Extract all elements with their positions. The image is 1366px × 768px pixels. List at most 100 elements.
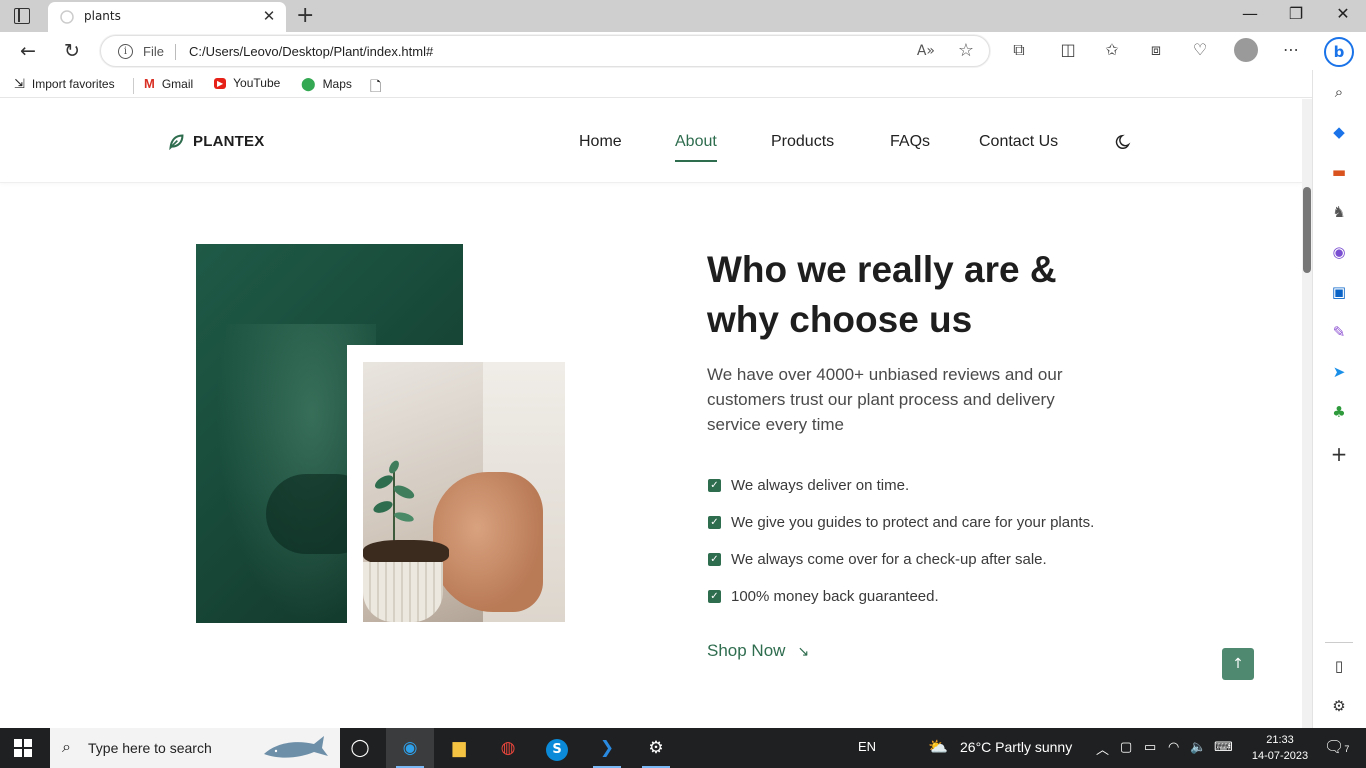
add-favorite-icon[interactable]: ☆: [958, 40, 974, 61]
minimize-icon[interactable]: —: [1238, 4, 1262, 23]
shopping-icon[interactable]: ◆: [1329, 122, 1349, 142]
settings-icon[interactable]: ⚙: [1329, 696, 1349, 716]
notifications-icon[interactable]: 🗨7: [1324, 737, 1349, 757]
address-url[interactable]: C:/Users/Leovo/Desktop/Plant/index.html#: [189, 44, 433, 59]
windows-taskbar: ⌕ Type here to search ◯ ◉ ▆ ◍ S ❯ ⚙ EN ⛅…: [0, 728, 1366, 768]
tab-title: plants: [84, 9, 121, 23]
scroll-to-top-button[interactable]: ↑: [1222, 648, 1254, 680]
battery-icon[interactable]: ▭: [1144, 739, 1156, 755]
edge-taskbar-icon[interactable]: ◉: [386, 728, 434, 768]
list-item: ✓ We always come over for a check-up afte…: [708, 541, 1094, 578]
new-tab-icon[interactable]: +: [296, 3, 314, 28]
read-aloud-icon[interactable]: A»: [917, 43, 935, 59]
meet-now-icon[interactable]: ▢: [1120, 739, 1132, 755]
info-icon[interactable]: i: [118, 44, 133, 59]
bookmark-label: YouTube: [233, 76, 281, 90]
split-screen-icon[interactable]: ◫: [1057, 39, 1079, 61]
close-window-icon[interactable]: ✕: [1331, 4, 1355, 23]
show-hidden-icons-icon[interactable]: ︿: [1096, 739, 1109, 758]
page-scrollbar[interactable]: [1302, 99, 1312, 728]
system-clock[interactable]: 21:33 14-07-2023: [1242, 732, 1318, 764]
file-explorer-icon[interactable]: ▆: [435, 728, 483, 768]
skype-icon[interactable]: S: [533, 728, 581, 768]
benefit-text: We give you guides to protect and care f…: [731, 514, 1095, 531]
plant-illustration: [373, 460, 415, 547]
check-icon: ✓: [708, 479, 721, 492]
language-indicator[interactable]: EN: [858, 739, 876, 754]
nav-about[interactable]: About: [675, 133, 717, 162]
weather-icon: ⛅: [928, 739, 948, 756]
reload-icon[interactable]: ↻: [59, 39, 85, 63]
search-icon: ⌕: [62, 737, 71, 756]
keyboard-icon[interactable]: ⌨: [1214, 739, 1233, 755]
task-view-icon[interactable]: ◯: [336, 728, 384, 768]
benefit-text: We always come over for a check-up after…: [731, 551, 1047, 568]
outlook-icon[interactable]: ▣: [1329, 282, 1349, 302]
nav-products[interactable]: Products: [771, 133, 834, 151]
bookmark-label: Import favorites: [31, 77, 115, 91]
bookmark-maps[interactable]: ⬤ Maps: [301, 76, 352, 92]
volume-icon[interactable]: 🔈: [1190, 739, 1206, 755]
site-header: PLANTEX Home About Products FAQs Contact…: [0, 99, 1302, 183]
wifi-icon[interactable]: ◠: [1168, 739, 1179, 755]
bookmark-gmail[interactable]: M Gmail: [144, 76, 193, 91]
tree-icon[interactable]: ♣: [1329, 402, 1349, 422]
check-icon: ✓: [708, 553, 721, 566]
start-button-icon[interactable]: [14, 739, 32, 757]
profile-avatar[interactable]: [1234, 38, 1258, 62]
sidebar-divider: [1325, 642, 1353, 643]
browser-tab[interactable]: plants ✕: [48, 2, 286, 32]
page-icon: 🗋: [370, 78, 382, 94]
import-icon: ⇲: [14, 76, 25, 91]
back-icon[interactable]: ←: [15, 39, 41, 63]
bookmark-import-favorites[interactable]: ⇲ Import favorites: [14, 76, 115, 92]
browser-essentials-icon[interactable]: ♡: [1189, 39, 1211, 61]
bookmark-label: Gmail: [161, 76, 194, 91]
gmail-icon: M: [144, 76, 155, 91]
extensions-icon[interactable]: ⧉: [1008, 39, 1030, 61]
vscode-icon[interactable]: ❯: [583, 728, 631, 768]
about-heading: Who we really are & why choose us: [707, 249, 1057, 340]
microsoft365-icon[interactable]: ◉: [1329, 242, 1349, 262]
bookmark-label: Maps: [322, 77, 352, 91]
web-page: PLANTEX Home About Products FAQs Contact…: [0, 99, 1302, 728]
arrow-down-right-icon: ↘: [797, 642, 810, 659]
scrollbar-thumb[interactable]: [1303, 187, 1311, 273]
nav-contact-us[interactable]: Contact Us: [979, 133, 1058, 151]
nav-home[interactable]: Home: [579, 133, 622, 151]
more-options-icon[interactable]: ⋯: [1280, 39, 1302, 61]
address-bar[interactable]: i File C:/Users/Leovo/Desktop/Plant/inde…: [100, 35, 990, 67]
address-divider: [175, 44, 176, 60]
site-logo[interactable]: PLANTEX: [168, 133, 264, 150]
settings-taskbar-icon[interactable]: ⚙: [632, 728, 680, 768]
restore-icon[interactable]: ❐: [1284, 4, 1308, 23]
check-icon: ✓: [708, 516, 721, 529]
search-placeholder: Type here to search: [88, 740, 212, 756]
add-sidebar-app-icon[interactable]: +: [1329, 444, 1349, 464]
collections-icon[interactable]: ⧈: [1145, 39, 1167, 61]
drop-icon[interactable]: ➤: [1329, 362, 1349, 382]
image-detail: [363, 562, 443, 622]
logo-text: PLANTEX: [193, 133, 265, 150]
copilot-icon[interactable]: b: [1324, 37, 1354, 67]
weather-text[interactable]: 26°C Partly sunny: [960, 739, 1072, 755]
about-description: We have over 4000+ unbiased reviews and …: [707, 365, 1063, 434]
shop-now-link[interactable]: Shop Now ↘: [707, 641, 809, 661]
tools-icon[interactable]: ▬: [1329, 162, 1349, 182]
tab-actions-icon[interactable]: [14, 8, 30, 24]
taskbar-search[interactable]: ⌕ Type here to search: [50, 728, 340, 768]
favorites-icon[interactable]: ✩: [1101, 39, 1123, 61]
bookmark-page[interactable]: 🗋: [370, 76, 388, 100]
clock-date: 14-07-2023: [1251, 750, 1309, 762]
browser-tab-bar: plants ✕ + — ❐ ✕: [0, 0, 1366, 32]
dark-mode-toggle-icon[interactable]: [1115, 133, 1133, 151]
hide-sidebar-icon[interactable]: ▯: [1329, 656, 1349, 676]
chrome-icon[interactable]: ◍: [484, 728, 532, 768]
designer-icon[interactable]: ✎: [1329, 322, 1349, 342]
close-tab-icon[interactable]: ✕: [260, 7, 278, 25]
bookmark-youtube[interactable]: ▶ YouTube: [214, 76, 280, 90]
address-scheme: File: [143, 44, 164, 59]
games-icon[interactable]: ♞: [1329, 202, 1349, 222]
search-icon[interactable]: ⌕: [1329, 82, 1349, 102]
nav-faqs[interactable]: FAQs: [890, 133, 930, 151]
